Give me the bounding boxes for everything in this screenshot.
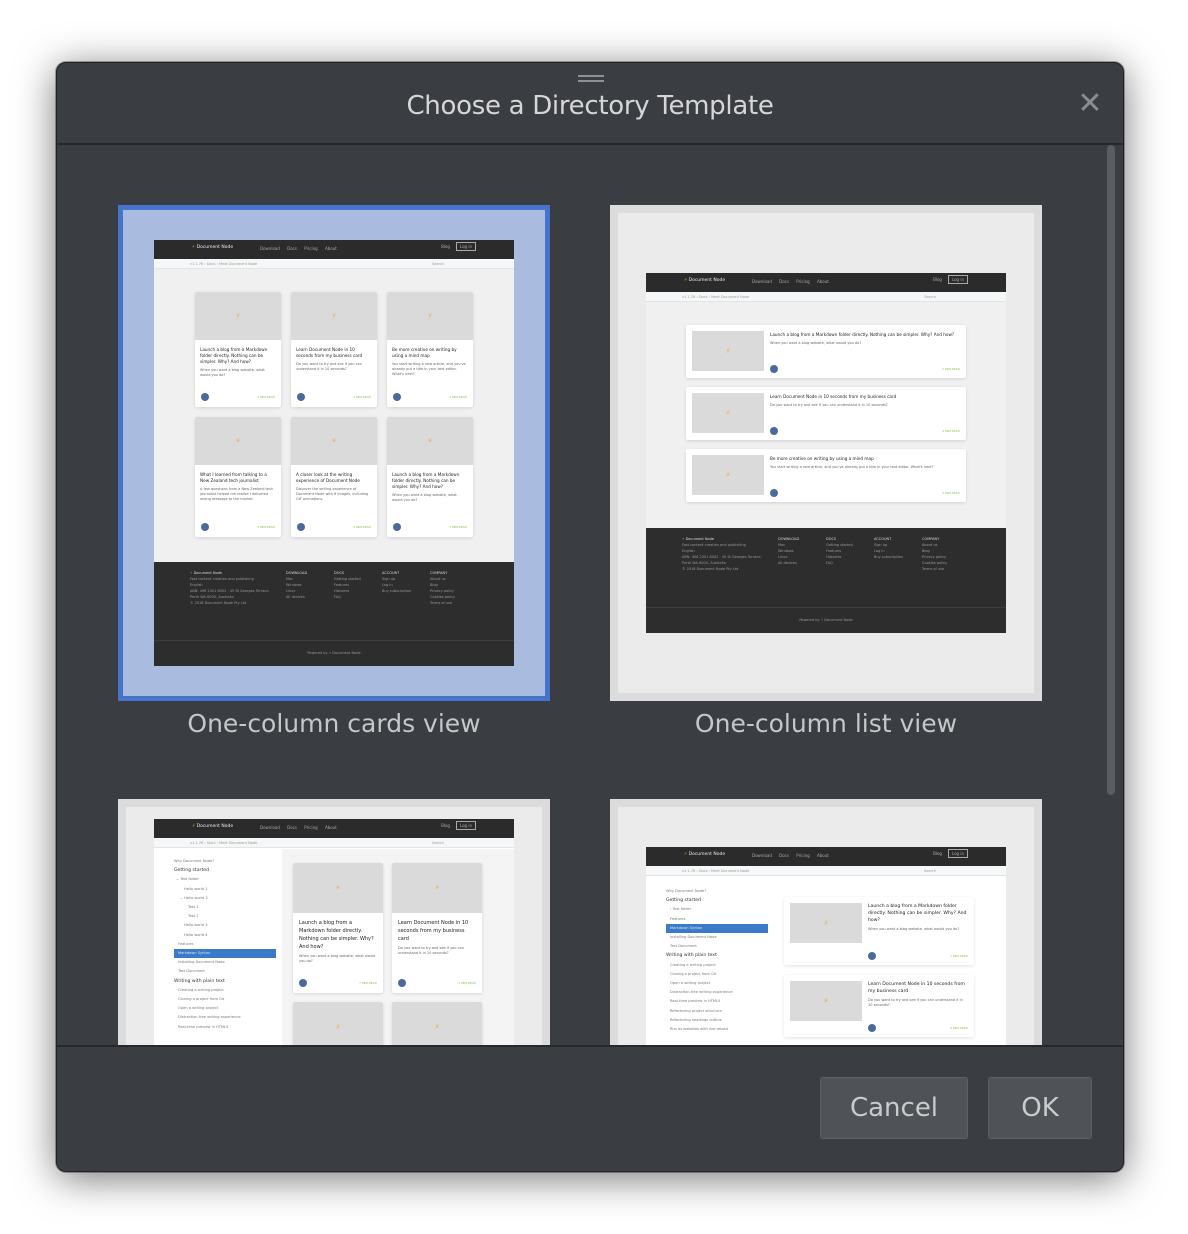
preview-list-item: Learn Document Node in 10 seconds from m… [784, 975, 974, 1037]
template-tile-list[interactable]: ⚡ Document Node Download Docs Pricing Ab… [610, 205, 1042, 701]
preview-list-item: Launch a blog from a Markdown folder dir… [686, 325, 966, 378]
preview-card [392, 1002, 482, 1045]
preview-sidebar: Why Document Node? Getting started › Tes… [666, 887, 768, 1035]
template-grid: ⚡ Document Node Download Docs Pricing Ab… [57, 145, 1123, 1045]
close-icon[interactable]: ✕ [1077, 89, 1103, 119]
preview-card: Launch a blog from a Markdown folder dir… [195, 292, 281, 407]
dialog-title: Choose a Directory Template [406, 91, 774, 121]
preview-card: A closer look at the writing experience … [291, 417, 377, 537]
drag-handle-icon[interactable] [578, 75, 604, 82]
template-label-cards: One-column cards view [187, 709, 481, 738]
preview-card: What I learned from talking to a New Zea… [195, 417, 281, 537]
preview-breadcrumb: v1.1.76 › Docs › Meet Document Node Searc… [154, 259, 514, 269]
template-preview: ⚡ Document Node Download Docs Pricing Ab… [154, 240, 514, 666]
preview-list-item: Be more creative on writing by using a m… [686, 449, 966, 502]
template-tile-cards-sidebar[interactable]: ⚡ Document Node Download Docs Pricing Ab… [118, 799, 550, 1045]
preview-nav: ⚡ Document Node Download Docs Pricing Ab… [154, 240, 514, 259]
template-tile-list-sidebar[interactable]: ⚡ Document Node Download Docs Pricing Ab… [610, 799, 1042, 1045]
template-label-list: One-column list view [694, 709, 958, 738]
cancel-button[interactable]: Cancel [820, 1077, 968, 1139]
preview-card: Be more creative on writing by using a m… [387, 292, 473, 407]
preview-card [293, 1002, 383, 1045]
template-tile-cards[interactable]: ⚡ Document Node Download Docs Pricing Ab… [118, 205, 550, 701]
preview-card: Launch a blog from a Markdown folder dir… [293, 863, 383, 993]
preview-card: Learn Document Node in 10 seconds from m… [392, 863, 482, 993]
footer-divider [57, 1045, 1123, 1047]
ok-button[interactable]: OK [988, 1077, 1092, 1139]
template-dialog: Choose a Directory Template ✕ ⚡ Document… [56, 62, 1124, 1172]
template-preview: ⚡ Document Node Download Docs Pricing Ab… [646, 847, 1006, 1045]
scrollbar[interactable] [1107, 145, 1115, 795]
preview-card: Launch a blog from a Markdown folder dir… [387, 417, 473, 537]
preview-card: Learn Document Node in 10 seconds from m… [291, 292, 377, 407]
preview-sidebar: Why Document Node? Getting started ⌄ Tes… [174, 857, 276, 1032]
preview-list-item: Launch a blog from a Markdown folder dir… [784, 897, 974, 965]
preview-list-item: Learn Document Node in 10 seconds from m… [686, 387, 966, 440]
template-preview: ⚡ Document Node Download Docs Pricing Ab… [154, 819, 514, 1045]
preview-footer: ⚡ Document Node Fast content creation an… [154, 562, 514, 666]
template-preview: ⚡ Document Node Download Docs Pricing Ab… [646, 273, 1006, 633]
